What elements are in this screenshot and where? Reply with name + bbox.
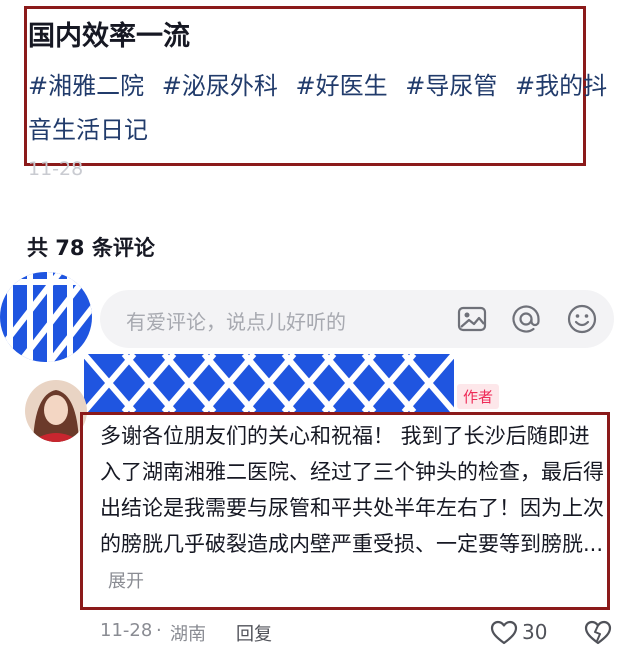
author-photo	[25, 380, 87, 442]
comment-location: 湖南	[170, 624, 206, 645]
dislike-icon[interactable]	[584, 619, 612, 647]
comment-count: 共 78 条评论	[27, 236, 155, 260]
meta-separator: ·	[156, 620, 162, 641]
hashtag-link[interactable]: #湘雅二院	[28, 72, 144, 100]
author-avatar[interactable]	[25, 380, 87, 442]
hashtag-link[interactable]: #好医生	[296, 72, 388, 100]
comment-date: 11-28	[100, 620, 153, 641]
hashtag-link[interactable]: #导尿管	[405, 72, 497, 100]
reply-button[interactable]: 回复	[236, 620, 272, 646]
emoji-icon[interactable]	[566, 303, 598, 335]
comment-input-placeholder: 有爱评论，说点儿好听的	[126, 310, 346, 334]
author-badge: 作者	[457, 384, 500, 409]
comment-text: 多谢各位朋友们的关心和祝福！ 我到了长沙后随即进入了湖南湘雅二医院、经过了三个钟…	[100, 418, 605, 600]
image-icon[interactable]	[456, 303, 488, 335]
hashtag-list: #湘雅二院 #泌尿外科 #好医生 #导尿管 #我的抖音生活日记	[28, 64, 608, 152]
avatar[interactable]	[0, 272, 92, 362]
hashtag-link[interactable]: #泌尿外科	[162, 72, 278, 100]
post-date: 11-28	[28, 158, 84, 180]
like-count: 30	[522, 620, 548, 644]
expand-button[interactable]: 展开	[108, 571, 144, 592]
like-icon[interactable]	[490, 619, 518, 647]
censored-avatar-pattern	[0, 272, 92, 362]
censored-username	[84, 354, 454, 412]
comment-content: 多谢各位朋友们的关心和祝福！ 我到了长沙后随即进入了湖南湘雅二医院、经过了三个钟…	[100, 424, 604, 556]
at-icon[interactable]	[510, 303, 542, 335]
post-title: 国内效率一流	[28, 21, 190, 52]
